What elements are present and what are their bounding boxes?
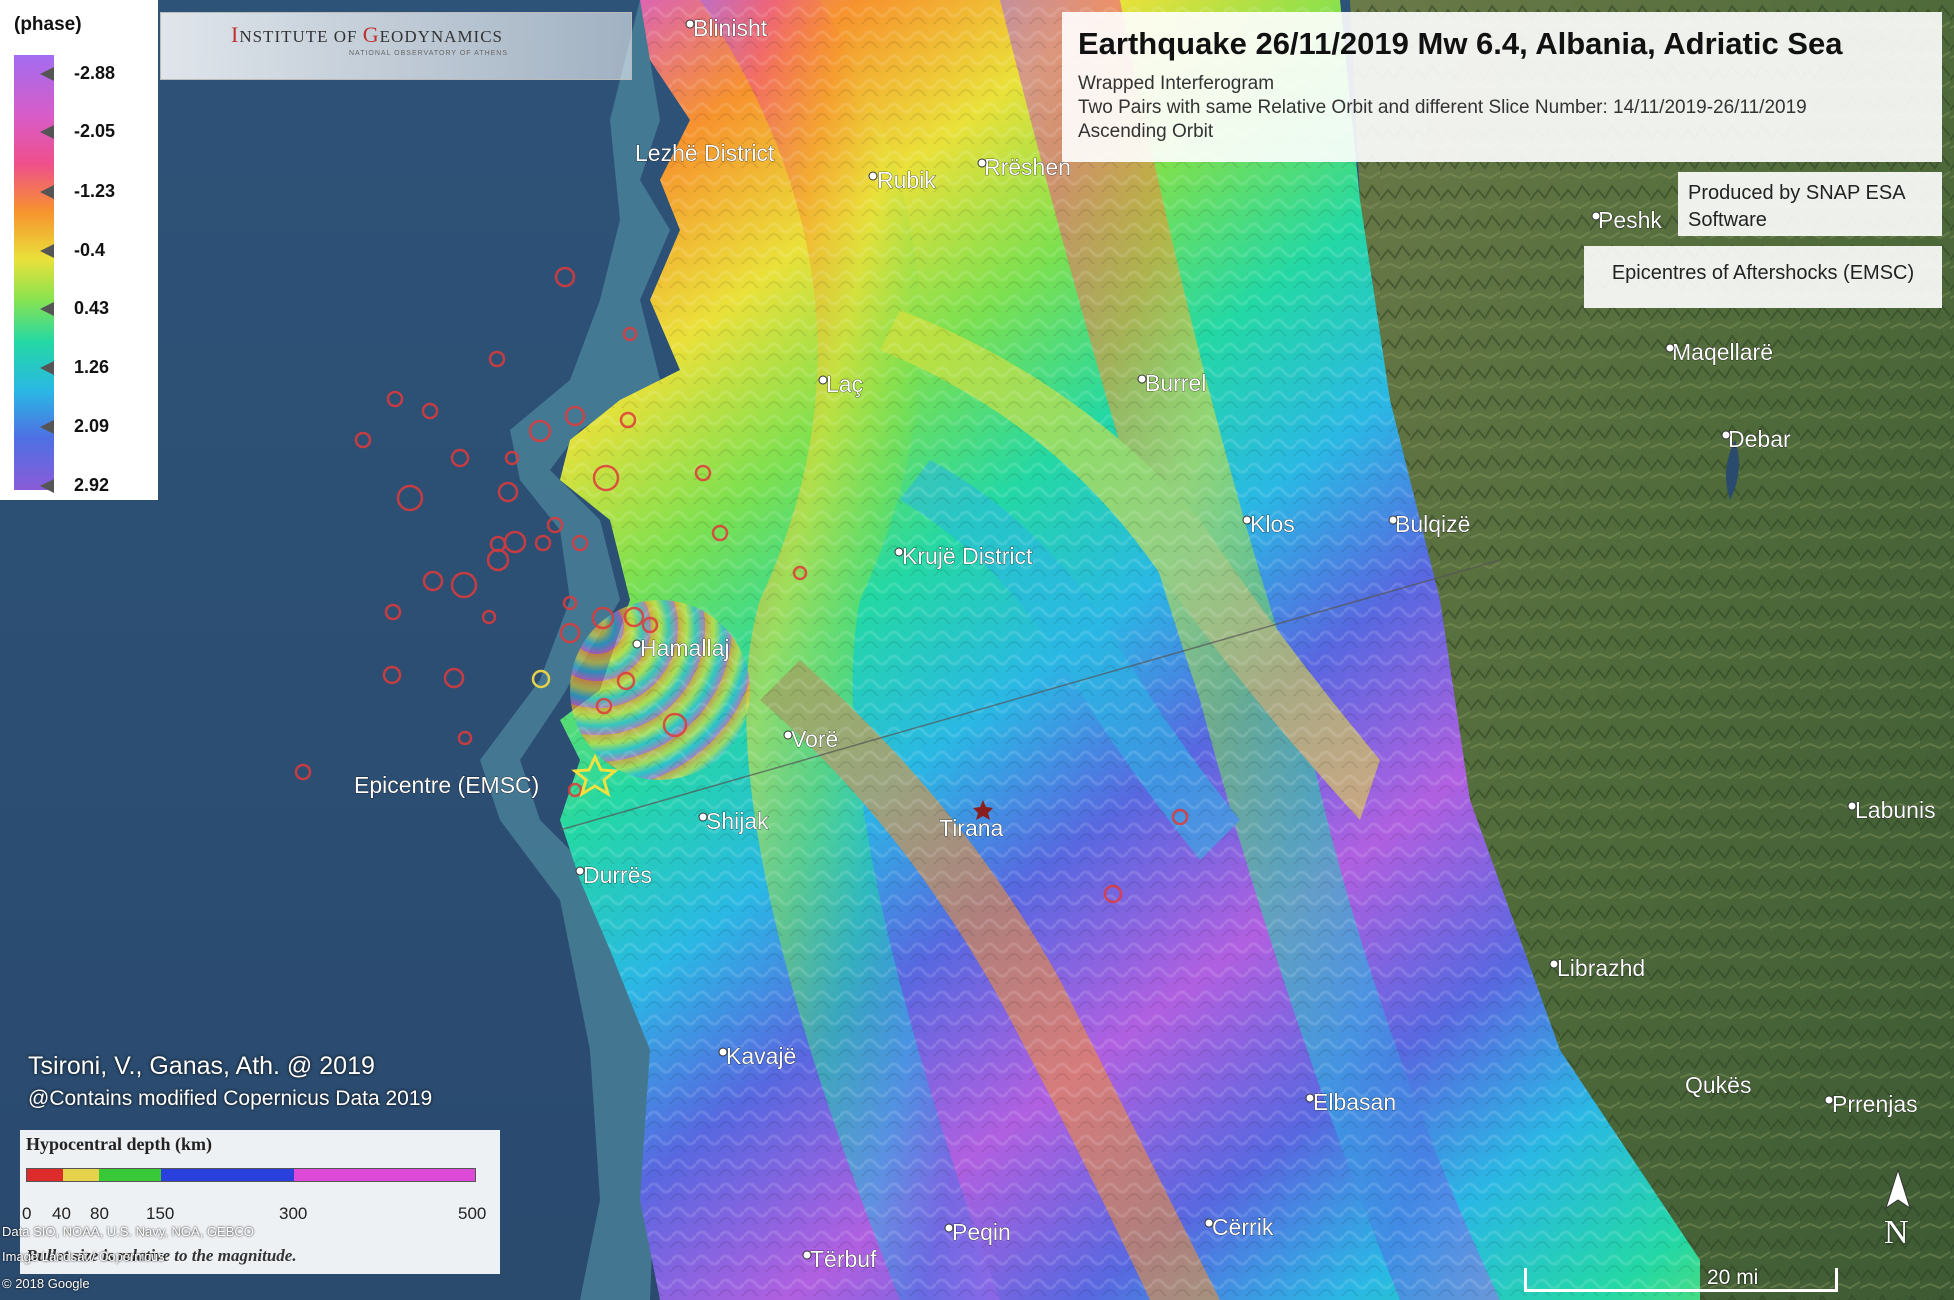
place-label[interactable]: Cërrik: [1212, 1214, 1274, 1241]
title-panel: Earthquake 26/11/2019 Mw 6.4, Albania, A…: [1062, 12, 1942, 162]
phase-tick: -2.88: [40, 63, 150, 87]
depth-tick: 40: [52, 1204, 71, 1223]
data-attribution: Data SIO, NOAA, U.S. Navy, NGA, GEBCO: [2, 1224, 254, 1239]
place-label[interactable]: Debar: [1728, 426, 1792, 453]
place-label[interactable]: Labunis: [1855, 797, 1936, 824]
place-label[interactable]: Klos: [1250, 511, 1295, 538]
place-label[interactable]: Elbasan: [1313, 1089, 1397, 1116]
phase-tick: -2.05: [40, 121, 150, 145]
logo-name: INSTITUTE OF GEODYNAMICS: [231, 22, 504, 47]
depth-legend-title: Hypocentral depth (km): [26, 1134, 212, 1154]
software-note: Produced by SNAP ESA Software: [1678, 172, 1942, 236]
place-label[interactable]: Rrëshen: [984, 154, 1072, 181]
place-label[interactable]: Blinisht: [693, 15, 768, 42]
logo-subtitle: NATIONAL OBSERVATORY OF ATHENS: [349, 50, 509, 57]
place-label[interactable]: Maqellarë: [1672, 339, 1774, 366]
depth-tick: 0: [22, 1204, 32, 1223]
scale-label: 20 mi: [1707, 1266, 1759, 1289]
north-label: N: [1884, 1214, 1909, 1251]
subtitle-line-1: Wrapped Interferogram: [1078, 73, 1275, 94]
aftershock-note: Epicentres of Aftershocks (EMSC): [1584, 246, 1942, 308]
map-title: Earthquake 26/11/2019 Mw 6.4, Albania, A…: [1078, 26, 1843, 61]
place-label[interactable]: Burrel: [1145, 370, 1207, 397]
place-label[interactable]: Durrës: [583, 862, 653, 889]
institute-logo: INSTITUTE OF GEODYNAMICS NATIONAL OBSERV…: [160, 12, 632, 80]
place-label[interactable]: Prrenjas: [1832, 1091, 1918, 1118]
place-label[interactable]: Lezhë District: [635, 140, 776, 167]
depth-tick: 300: [279, 1204, 308, 1223]
subtitle-line-2: Two Pairs with same Relative Orbit and d…: [1078, 97, 1807, 118]
phase-tick: 0.43: [40, 298, 150, 322]
phase-tick: 1.26: [40, 357, 150, 381]
scale-bar: [1524, 1268, 1838, 1292]
depth-tick: 80: [90, 1204, 109, 1223]
place-label[interactable]: Laç: [826, 371, 864, 398]
place-label[interactable]: Rubik: [877, 167, 937, 194]
copernicus-credit: @Contains modified Copernicus Data 2019: [28, 1087, 433, 1110]
depth-tick: 500: [458, 1204, 487, 1223]
phase-legend: (phase) -2.88 -2.05 -1.23 -0.4 0.43 1.26…: [0, 0, 158, 500]
google-attribution: © 2018 Google: [2, 1276, 90, 1291]
phase-tick: -0.4: [40, 240, 150, 264]
place-label[interactable]: Librazhd: [1557, 955, 1646, 982]
place-label[interactable]: Shijak: [706, 808, 770, 835]
place-label[interactable]: Tërbuf: [810, 1246, 878, 1273]
authors-credit: Tsironi, V., Ganas, Ath. @ 2019: [28, 1052, 375, 1080]
place-label[interactable]: Vorë: [791, 726, 839, 753]
place-label[interactable]: Peqin: [952, 1219, 1011, 1246]
phase-tick: 2.92: [40, 475, 150, 499]
place-label[interactable]: Hamallaj: [640, 635, 730, 662]
place-label[interactable]: Epicentre (EMSC): [354, 772, 540, 799]
phase-legend-title: (phase): [14, 14, 82, 35]
place-label[interactable]: Qukës: [1685, 1072, 1752, 1099]
phase-tick: -1.23: [40, 181, 150, 205]
place-label[interactable]: Peshk: [1598, 207, 1663, 234]
place-label[interactable]: Bulqizë: [1395, 511, 1471, 538]
phase-tick: 2.09: [40, 416, 150, 440]
image-attribution: Image Landsat / Copernicus: [2, 1249, 165, 1264]
place-label[interactable]: Tirana: [939, 815, 1004, 842]
place-label[interactable]: Kavajë: [726, 1043, 797, 1070]
depth-colorbar: [26, 1168, 476, 1182]
place-label[interactable]: Krujë District: [902, 543, 1034, 570]
depth-tick: 150: [146, 1204, 175, 1223]
subtitle-line-3: Ascending Orbit: [1078, 121, 1214, 142]
